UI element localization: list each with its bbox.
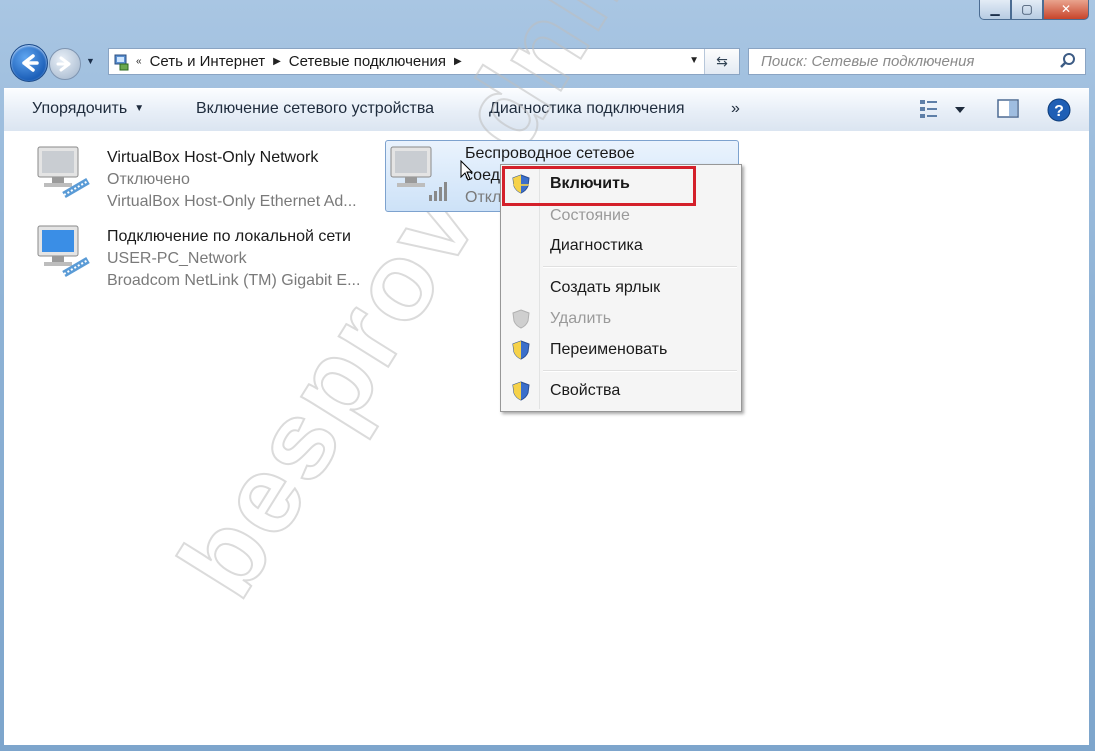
uac-shield-icon — [512, 340, 530, 360]
breadcrumb-separator-icon[interactable]: ▶ — [454, 56, 462, 67]
connection-status: USER-PC_Network — [107, 250, 247, 267]
menu-item-label: Диагностика — [550, 237, 643, 254]
wireless-adapter-icon — [390, 146, 447, 201]
address-bar[interactable]: « Сеть и Интернет ▶ Сетевые подключения … — [108, 48, 740, 75]
menu-item-diagnostics[interactable]: Диагностика — [503, 232, 739, 260]
change-view-button[interactable] — [918, 97, 968, 126]
menu-item-create-shortcut[interactable]: Создать ярлык — [503, 274, 739, 302]
menu-item-label: Состояние — [550, 207, 630, 224]
forward-button[interactable] — [49, 48, 81, 80]
preview-pane-button[interactable] — [996, 97, 1020, 126]
menu-separator — [543, 370, 737, 372]
more-commands-button[interactable]: » — [731, 100, 740, 118]
history-dropdown[interactable]: ▼ — [86, 56, 95, 66]
breadcrumb-network-connections[interactable]: Сетевые подключения — [289, 53, 446, 70]
chevron-down-icon: ▼ — [134, 103, 145, 114]
refresh-button[interactable]: ⇆ — [704, 49, 739, 74]
connection-name: Беспроводное сетевое — [465, 145, 635, 162]
menu-item-label: Переименовать — [550, 341, 668, 358]
title-bar: ▁ ▢ ✕ — [0, 0, 1095, 40]
network-folder-icon — [114, 54, 129, 70]
back-arrow-icon — [22, 54, 39, 72]
menu-item-label: Создать ярлык — [550, 279, 661, 296]
back-button[interactable] — [10, 44, 48, 82]
address-dropdown-icon[interactable]: ▼ — [689, 55, 699, 66]
search-icon[interactable] — [1059, 52, 1077, 70]
explorer-window: ▁ ▢ ✕ ▼ « Сеть и Интернет ▶ Сетевые подк… — [0, 0, 1095, 751]
uac-shield-icon — [512, 309, 530, 329]
menu-item-label: Свойства — [550, 382, 621, 399]
menu-separator — [543, 266, 737, 268]
window-controls: ▁ ▢ ✕ — [979, 0, 1089, 20]
connection-device: VirtualBox Host-Only Ethernet Ad... — [107, 193, 357, 210]
connection-item-virtualbox[interactable]: VirtualBox Host-Only Network Отключено V… — [4, 137, 384, 210]
organize-label: Упорядочить — [32, 100, 128, 117]
search-input[interactable] — [759, 49, 1053, 74]
breadcrumb-prefix[interactable]: « — [136, 56, 142, 67]
menu-item-status: Состояние — [503, 202, 739, 230]
connection-name: Подключение по локальной сети — [107, 228, 351, 245]
preview-pane-icon — [997, 99, 1019, 118]
minimize-button[interactable]: ▁ — [979, 0, 1011, 20]
close-button[interactable]: ✕ — [1043, 0, 1089, 20]
connection-device: Broadcom NetLink (TM) Gigabit E... — [107, 272, 361, 289]
view-options-icon — [920, 100, 965, 118]
connection-text: Подключение по локальной сети USER-PC_Ne… — [107, 226, 360, 292]
organize-button[interactable]: Упорядочить ▼ — [32, 100, 144, 118]
connection-item-local-area[interactable]: Подключение по локальной сети USER-PC_Ne… — [4, 216, 384, 289]
network-adapter-icon — [37, 146, 90, 199]
navigation-bar: ▼ « Сеть и Интернет ▶ Сетевые подключени… — [0, 40, 1095, 86]
help-icon: ? — [1047, 98, 1071, 122]
menu-item-rename[interactable]: Переименовать — [503, 336, 739, 364]
highlight-box — [502, 166, 696, 206]
breadcrumb-network-internet[interactable]: Сеть и Интернет — [150, 53, 266, 70]
network-adapter-icon — [37, 225, 90, 278]
maximize-button[interactable]: ▢ — [1011, 0, 1043, 20]
mouse-cursor-icon — [460, 160, 474, 181]
uac-shield-icon — [512, 381, 530, 401]
command-bar: Упорядочить ▼ Включение сетевого устройст… — [4, 88, 1089, 132]
menu-item-delete: Удалить — [503, 305, 739, 333]
svg-text:?: ? — [1054, 103, 1064, 120]
help-button[interactable]: ? — [1046, 97, 1072, 128]
diagnose-connection-button[interactable]: Диагностика подключения — [489, 100, 685, 118]
connection-name: VirtualBox Host-Only Network — [107, 149, 319, 166]
connection-status: Отключено — [107, 171, 190, 188]
connection-text: VirtualBox Host-Only Network Отключено V… — [107, 147, 357, 213]
forward-arrow-icon — [56, 56, 71, 72]
menu-item-properties[interactable]: Свойства — [503, 377, 739, 405]
enable-device-button[interactable]: Включение сетевого устройства — [196, 100, 434, 118]
breadcrumb-separator-icon[interactable]: ▶ — [273, 56, 281, 67]
search-box — [748, 48, 1086, 75]
menu-item-label: Удалить — [550, 310, 612, 327]
